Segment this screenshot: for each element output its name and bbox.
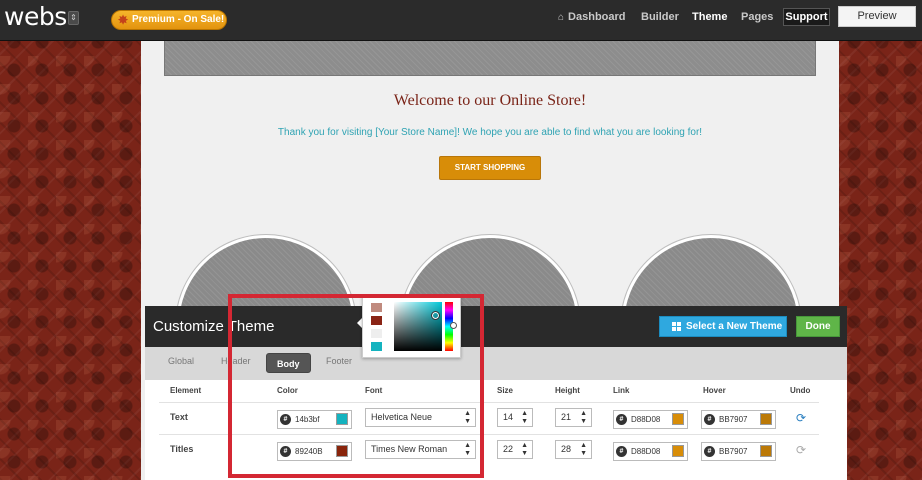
premium-label: Premium - On Sale!	[132, 14, 225, 25]
row-label-titles: Titles	[170, 444, 194, 454]
select-new-theme-button[interactable]: Select a New Theme	[659, 316, 787, 337]
col-undo: Undo	[790, 386, 811, 395]
text-hover-color-field[interactable]: # BB7907	[701, 410, 776, 429]
premium-sale-button[interactable]: ✸ Premium - On Sale!	[111, 10, 227, 30]
titles-height-select[interactable]: 28 ▲ ▼	[555, 440, 592, 459]
select-arrows-icon: ▲ ▼	[580, 442, 587, 457]
text-link-color-field[interactable]: # D88D08	[613, 410, 688, 429]
hash-icon: #	[616, 446, 627, 457]
col-link: Link	[613, 386, 630, 395]
star-icon: ✸	[118, 13, 129, 27]
select-arrows-icon: ▲ ▼	[521, 410, 528, 425]
col-height: Height	[555, 386, 580, 395]
hash-icon: #	[704, 414, 715, 425]
col-size: Size	[497, 386, 514, 395]
titles-hover-color-field[interactable]: # BB7907	[701, 442, 776, 461]
nav-theme[interactable]: Theme	[692, 11, 727, 23]
webs-logo[interactable]: webs	[4, 2, 67, 31]
titles-hover-swatch[interactable]	[760, 445, 772, 457]
hash-icon: #	[704, 446, 715, 457]
row-label-text: Text	[170, 412, 188, 422]
col-element: Element	[170, 386, 202, 395]
nav-pages[interactable]: Pages	[741, 11, 773, 23]
site-switcher-icon[interactable]: ⇕	[68, 11, 79, 25]
tab-global[interactable]: Global	[168, 356, 194, 366]
text-link-swatch[interactable]	[672, 413, 684, 425]
done-button[interactable]: Done	[796, 316, 840, 337]
highlight-box	[228, 294, 484, 478]
col-hover: Hover	[703, 386, 726, 395]
top-bar: webs ⇕ ✸ Premium - On Sale! ⌂ Dashboard B…	[0, 0, 922, 41]
preview-button[interactable]: Preview	[838, 6, 916, 27]
text-height-select[interactable]: 21 ▲ ▼	[555, 408, 592, 427]
select-arrows-icon: ▲ ▼	[521, 442, 528, 457]
select-arrows-icon: ▲ ▼	[580, 410, 587, 425]
welcome-heading[interactable]: Welcome to our Online Store!	[141, 92, 839, 110]
start-shopping-button[interactable]: START SHOPPING	[439, 156, 541, 180]
home-icon: ⌂	[558, 12, 565, 23]
titles-link-swatch[interactable]	[672, 445, 684, 457]
nav-dashboard[interactable]: ⌂ Dashboard	[558, 11, 626, 23]
titles-size-select[interactable]: 22 ▲ ▼	[497, 440, 533, 459]
hash-icon: #	[616, 414, 627, 425]
welcome-text[interactable]: Thank you for visiting [Your Store Name]…	[141, 127, 839, 138]
titles-link-color-field[interactable]: # D88D08	[613, 442, 688, 461]
text-hover-swatch[interactable]	[760, 413, 772, 425]
hero-image[interactable]	[164, 41, 816, 76]
text-undo-icon[interactable]: ⟳	[796, 411, 806, 425]
nav-builder[interactable]: Builder	[641, 11, 679, 23]
text-size-select[interactable]: 14 ▲ ▼	[497, 408, 533, 427]
titles-undo-icon[interactable]: ⟳	[796, 443, 806, 457]
support-button[interactable]: Support	[783, 8, 830, 26]
grid-icon	[672, 322, 681, 331]
